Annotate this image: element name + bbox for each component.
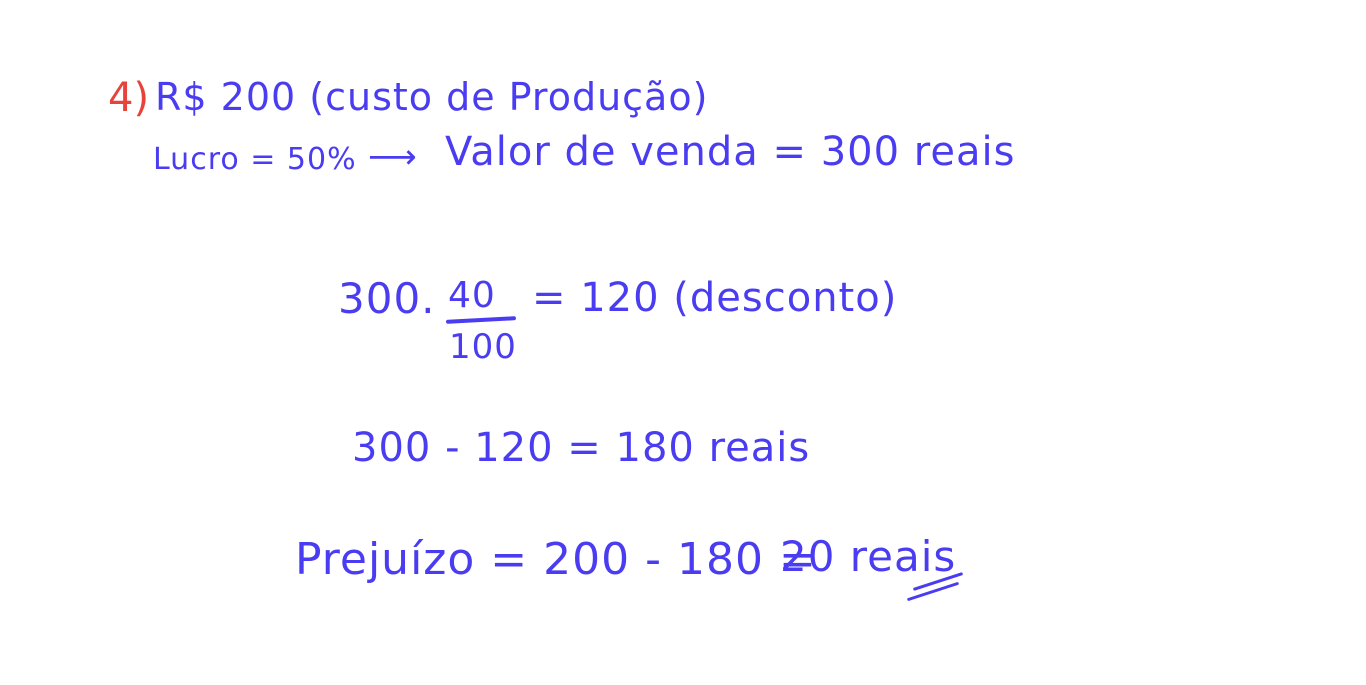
discount-result: = 120 (desconto) [532, 275, 898, 321]
whiteboard-page: 4) R$ 200 (custo de Produção) Lucro = 50… [0, 0, 1366, 685]
fraction-numerator: 40 [448, 275, 496, 316]
sale-value-text: Valor de venda = 300 reais [445, 129, 1016, 175]
loss-expression: Prejuízo = 200 - 180 = [295, 534, 817, 585]
fraction-denominator: 100 [449, 327, 517, 367]
loss-answer: 20 reais [780, 532, 957, 581]
profit-text: Lucro = 50% [153, 142, 357, 177]
fraction-bar [445, 316, 517, 324]
problem-number: 4) [108, 75, 150, 121]
fraction-multiplier: 300. [338, 274, 436, 323]
production-cost-line: R$ 200 (custo de Produção) [155, 75, 709, 119]
arrow-icon: ⟶ [368, 137, 418, 177]
subtraction-line: 300 - 120 = 180 reais [352, 425, 811, 471]
